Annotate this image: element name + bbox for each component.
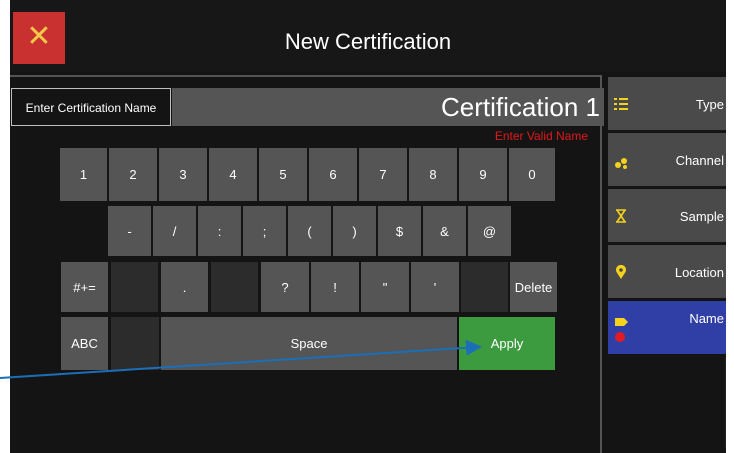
annotation-arrow — [0, 339, 482, 379]
